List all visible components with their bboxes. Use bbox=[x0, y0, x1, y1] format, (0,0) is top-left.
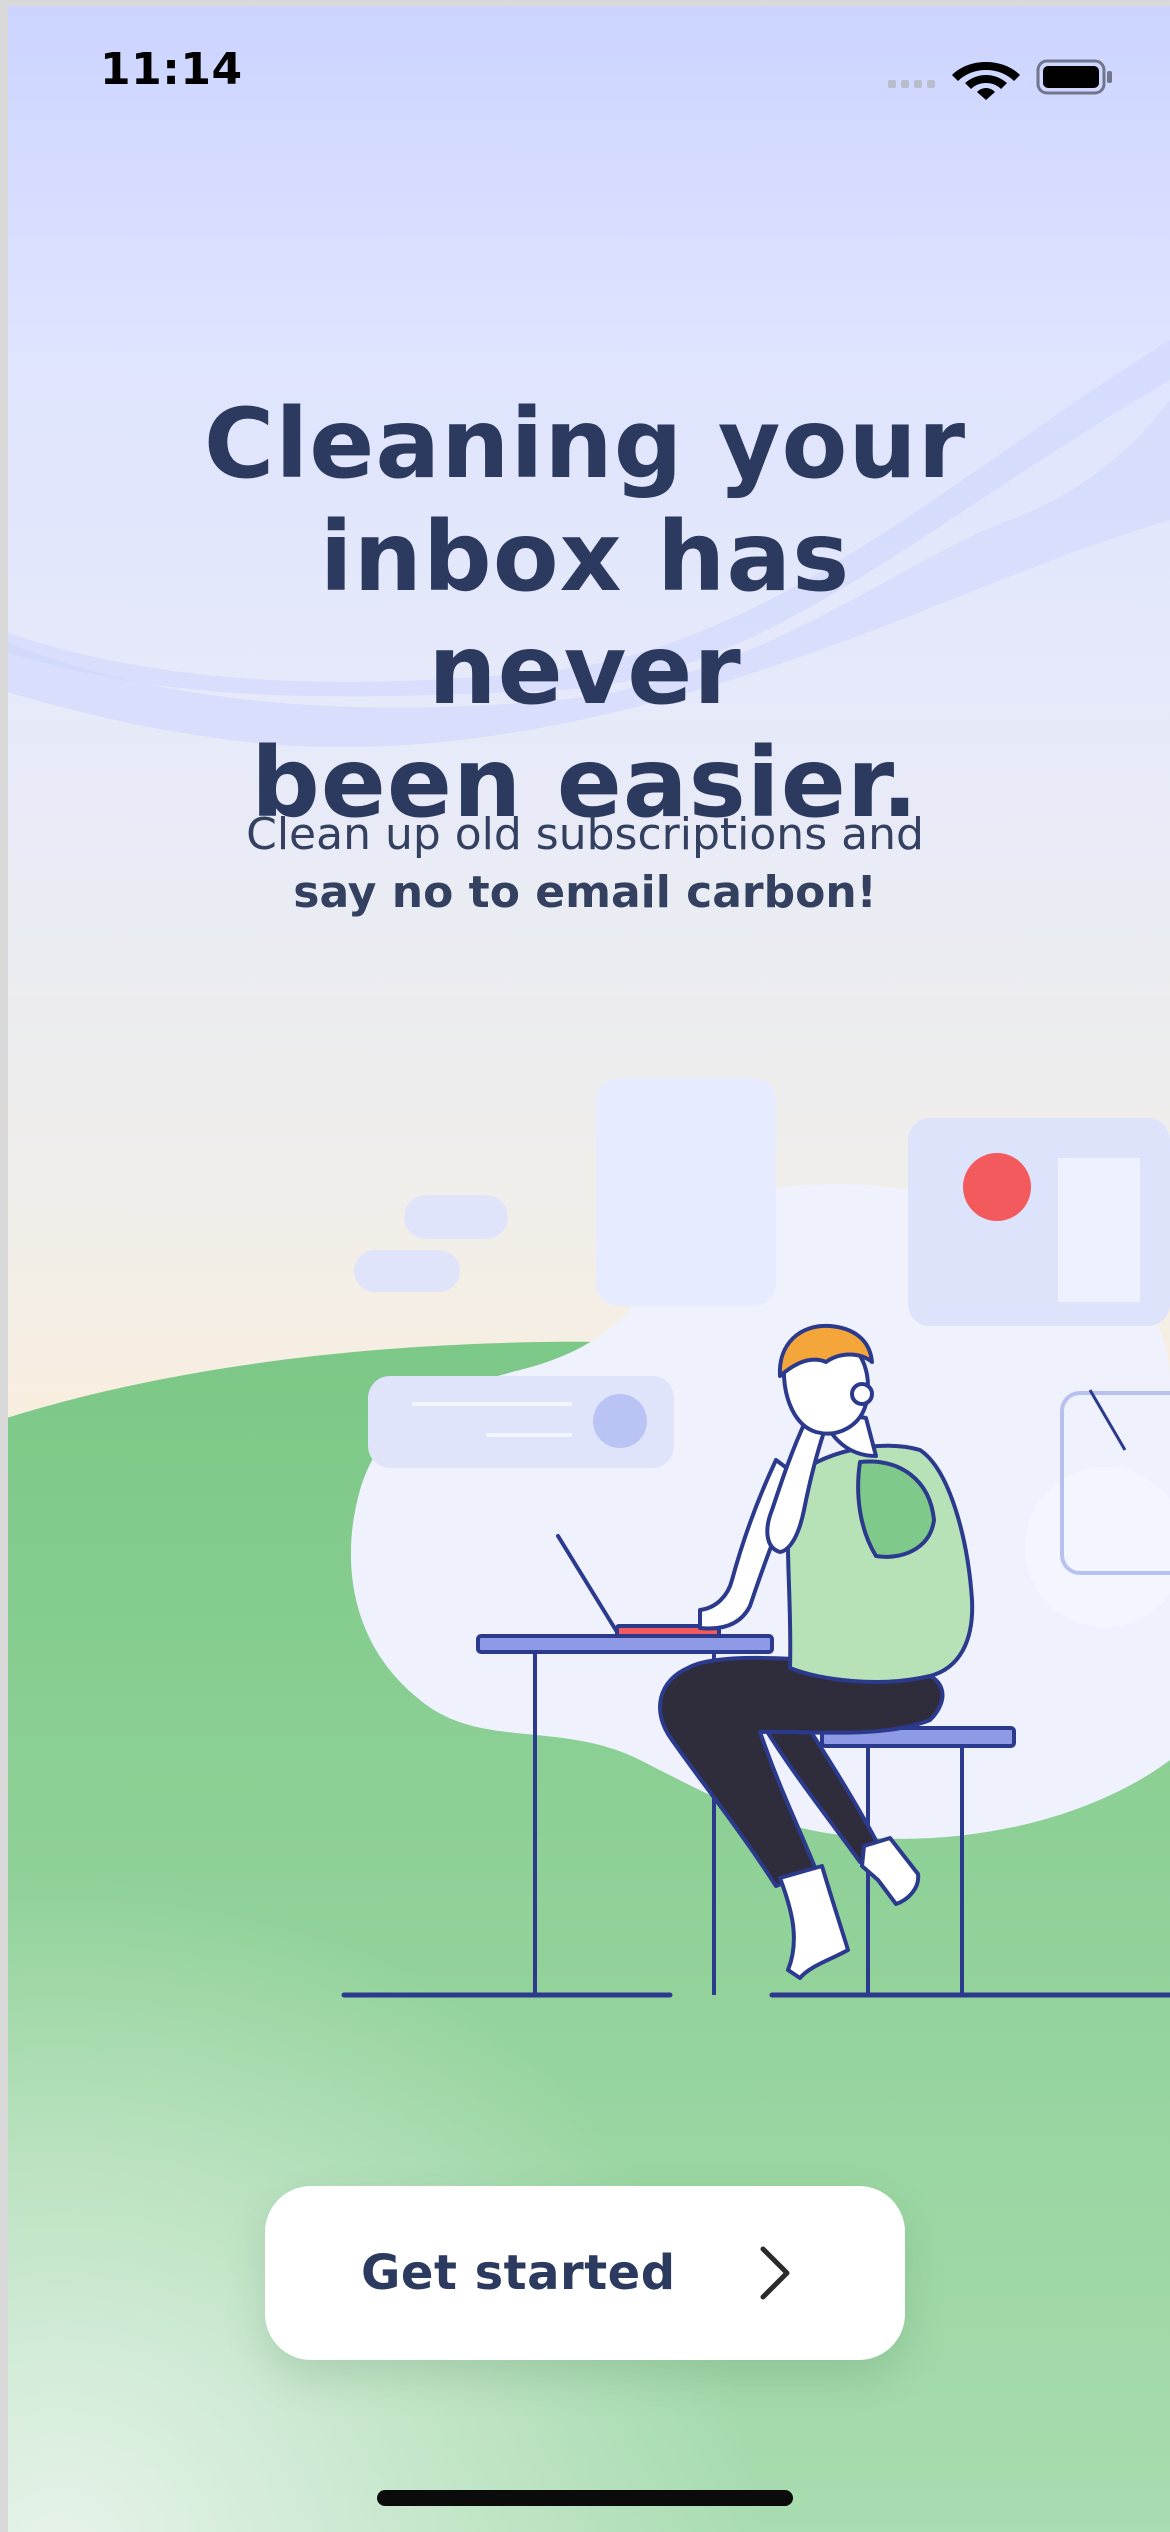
floating-pill bbox=[354, 1250, 460, 1292]
get-started-label: Get started bbox=[361, 2245, 676, 2301]
notification-dot bbox=[963, 1153, 1031, 1221]
onboarding-screen: 11:14 Cleaning your inbox has never been… bbox=[0, 0, 1170, 2532]
status-time: 11:14 bbox=[100, 44, 243, 95]
cellular-signal-icon bbox=[888, 80, 935, 88]
notification-card-panel bbox=[1058, 1158, 1140, 1302]
floating-pill bbox=[404, 1195, 508, 1239]
home-indicator[interactable] bbox=[377, 2490, 793, 2506]
person-working-at-laptop-illustration bbox=[341, 1078, 1170, 1998]
page-title: Cleaning your inbox has never been easie… bbox=[150, 388, 1020, 840]
subtitle-emphasis: say no to email carbon! bbox=[293, 867, 877, 918]
battery-icon bbox=[1036, 59, 1112, 95]
subtitle-text: Clean up old subscriptions and bbox=[246, 809, 924, 860]
wifi-icon bbox=[952, 62, 1020, 100]
get-started-button[interactable]: Get started bbox=[265, 2186, 905, 2360]
status-bar: 11:14 bbox=[0, 0, 1170, 150]
status-icons bbox=[888, 59, 1112, 100]
page-title-line: inbox has never bbox=[319, 501, 851, 726]
chevron-right-icon bbox=[760, 2246, 790, 2300]
floating-card bbox=[596, 1078, 776, 1306]
page-title-line: Cleaning your bbox=[203, 388, 967, 500]
page-subtitle: Clean up old subscriptions and say no to… bbox=[150, 806, 1020, 922]
